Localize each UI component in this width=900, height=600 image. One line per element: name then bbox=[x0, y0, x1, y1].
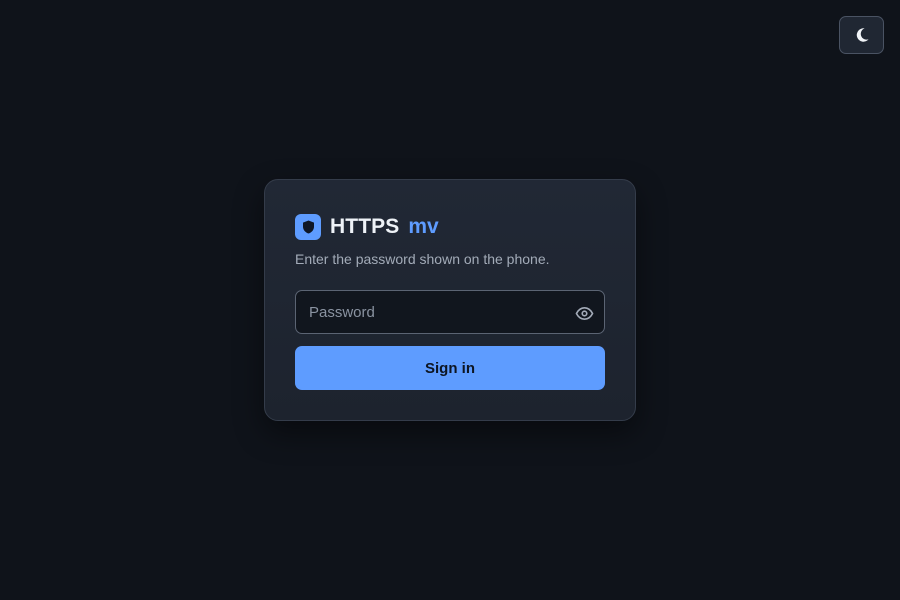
brand-name: HTTPS bbox=[330, 214, 400, 238]
login-instructions: Enter the password shown on the phone. bbox=[295, 251, 550, 267]
eye-icon[interactable] bbox=[574, 303, 594, 323]
brand-suffix: mv bbox=[408, 214, 439, 238]
moon-icon bbox=[854, 27, 870, 43]
brand: HTTPS mv bbox=[295, 213, 439, 240]
shield-icon bbox=[295, 213, 321, 240]
theme-toggle-button[interactable] bbox=[839, 16, 884, 54]
password-field-wrapper bbox=[295, 290, 605, 334]
login-card: HTTPS mv Enter the password shown on the… bbox=[264, 179, 636, 421]
sign-in-button[interactable]: Sign in bbox=[295, 346, 605, 390]
password-input[interactable] bbox=[296, 291, 604, 333]
